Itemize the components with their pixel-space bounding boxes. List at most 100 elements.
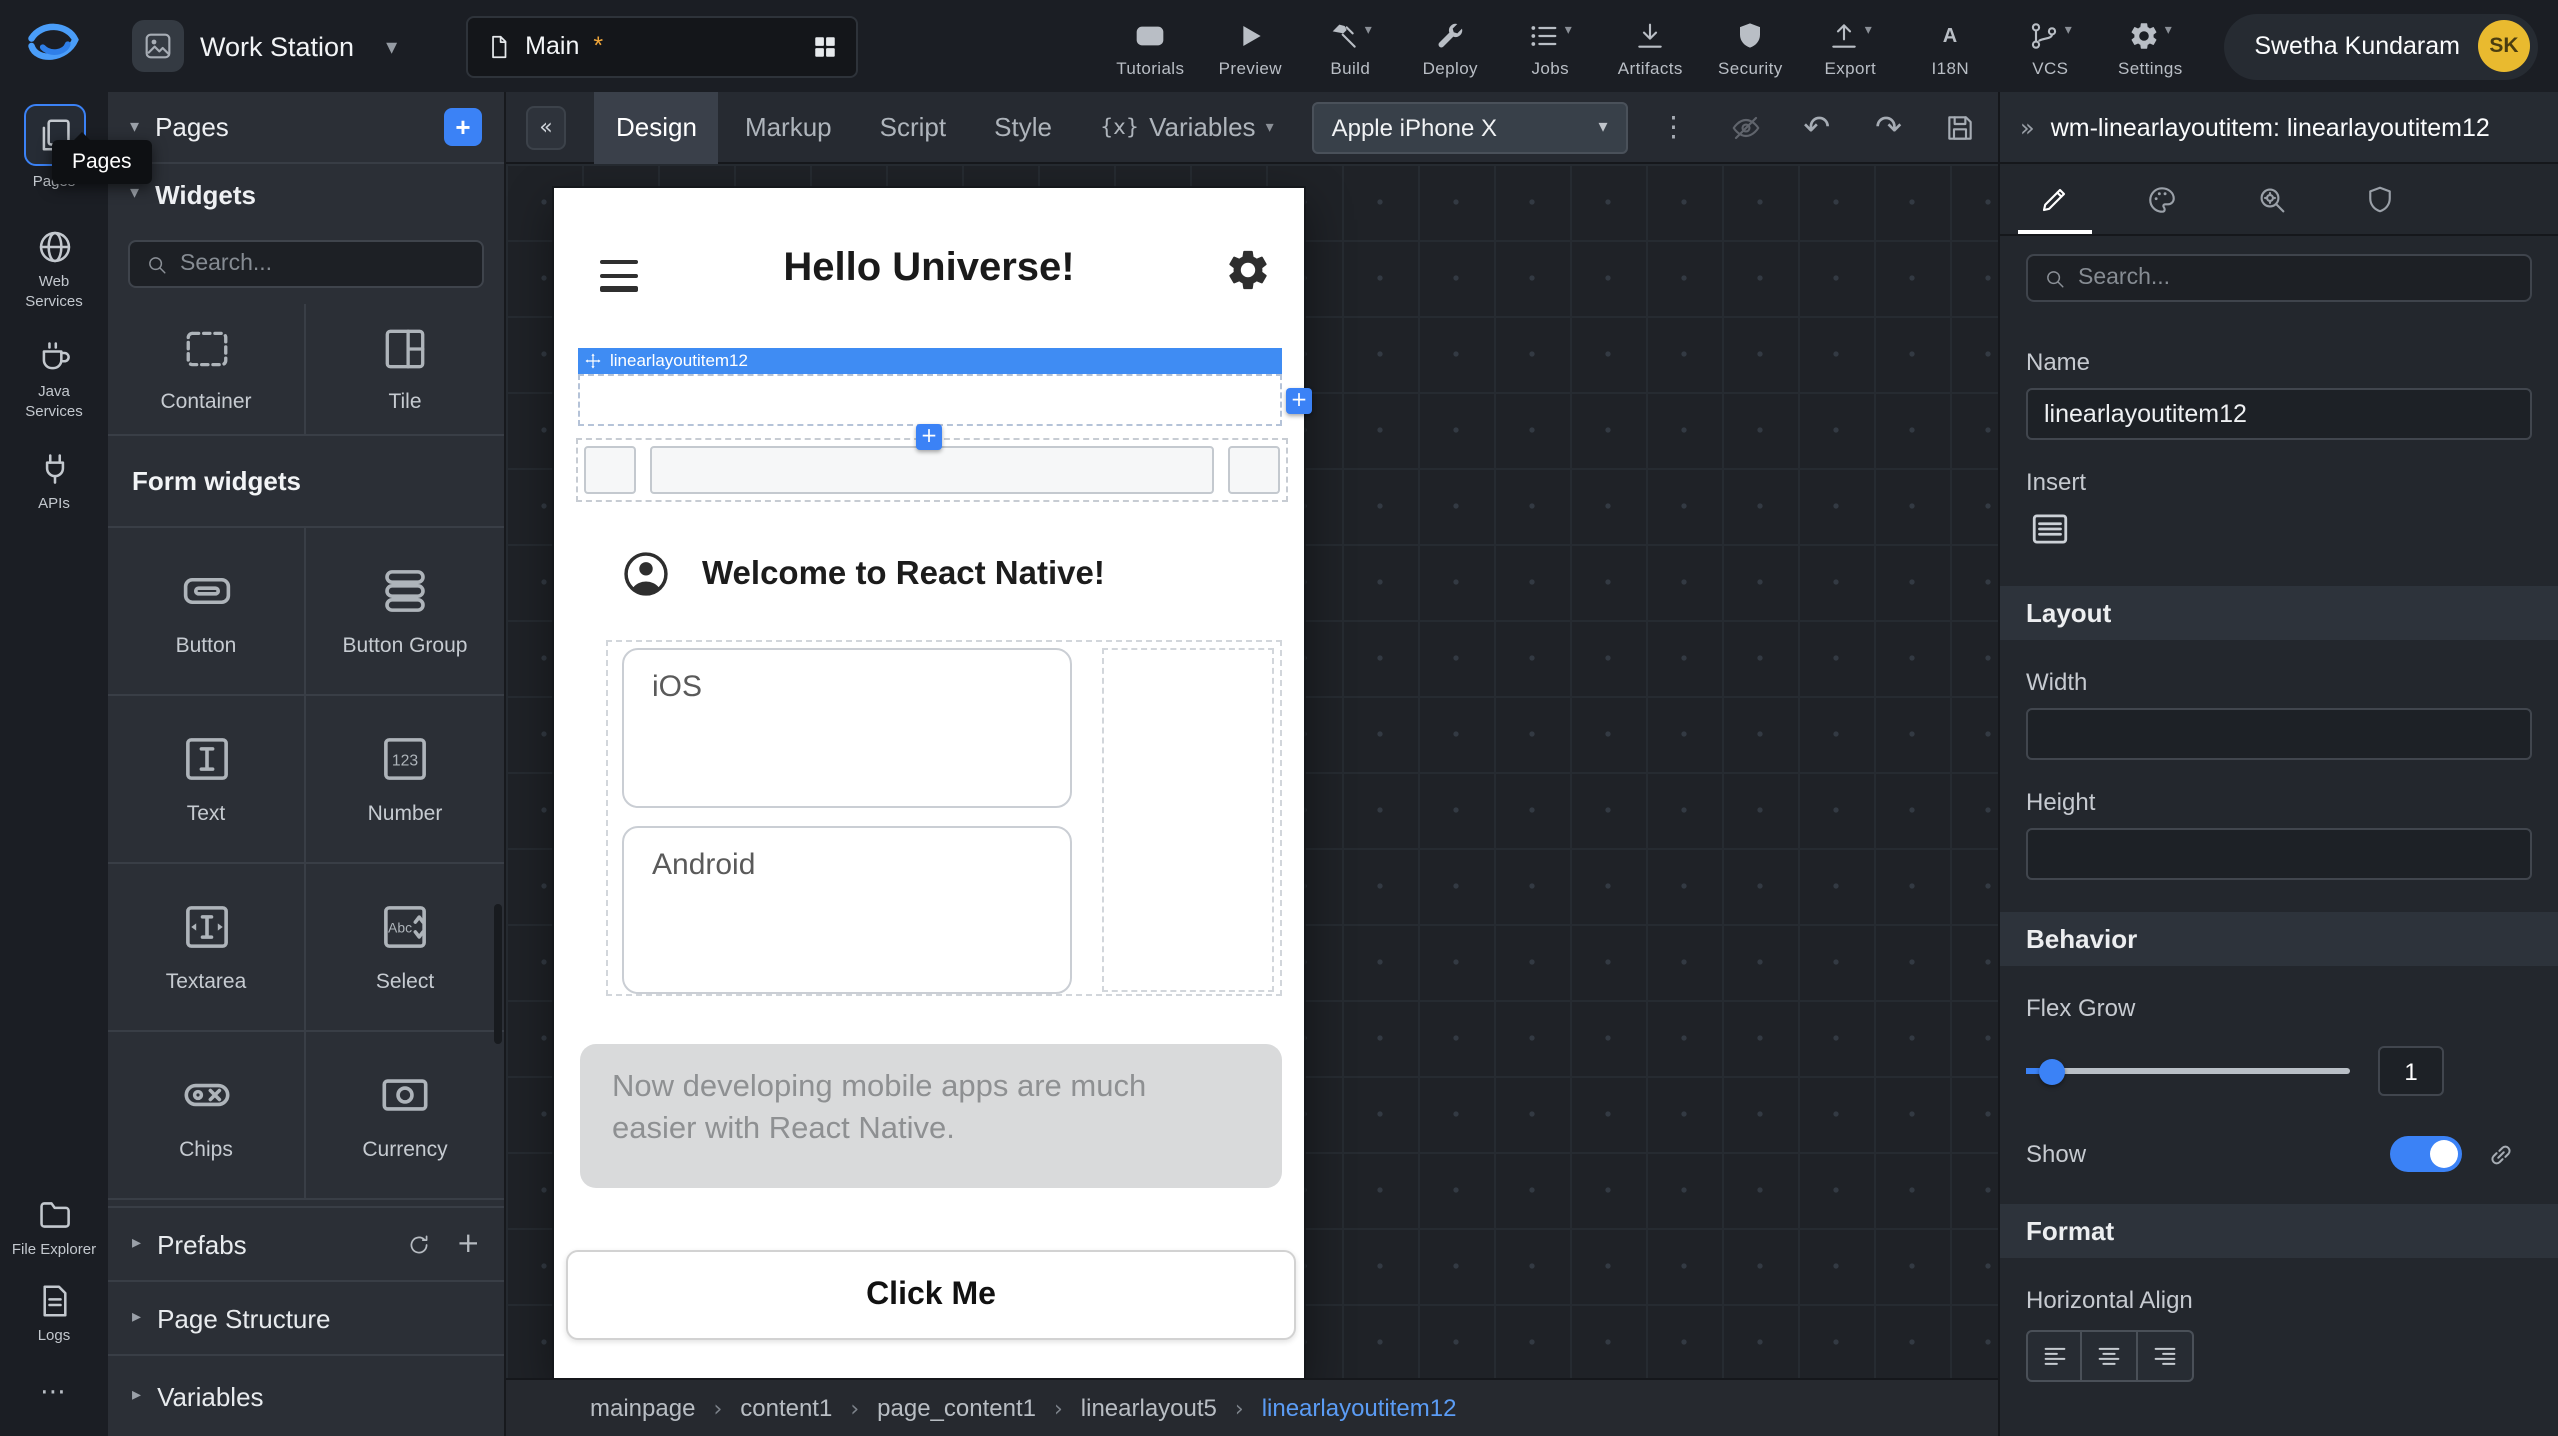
variables-icon: {x} bbox=[1100, 115, 1139, 139]
flex-grow-slider[interactable] bbox=[2026, 1068, 2350, 1074]
widget-textarea[interactable]: Textarea bbox=[108, 864, 306, 1032]
tab-properties[interactable] bbox=[2000, 164, 2109, 234]
vcs-button[interactable]: ▾ VCS bbox=[2000, 15, 2100, 77]
width-field[interactable] bbox=[2026, 708, 2532, 760]
placeholder-cell[interactable] bbox=[1228, 446, 1280, 494]
expand-panel-button[interactable]: » bbox=[2020, 113, 2035, 141]
show-toggle[interactable] bbox=[2390, 1136, 2462, 1172]
property-search-input[interactable] bbox=[2078, 266, 2514, 290]
tab-design[interactable]: Design bbox=[594, 91, 719, 163]
widget-chips[interactable]: Chips bbox=[108, 1032, 306, 1200]
name-field[interactable] bbox=[2026, 388, 2532, 440]
design-canvas[interactable]: Hello Universe! linearlayoutitem12 + + bbox=[506, 164, 1998, 1378]
collapse-panel-button[interactable]: « bbox=[526, 105, 566, 149]
breadcrumb-item-active[interactable]: linearlayoutitem12 bbox=[1262, 1394, 1457, 1422]
redo-button[interactable]: ↷ bbox=[1871, 103, 1907, 151]
slider-thumb[interactable] bbox=[2039, 1058, 2065, 1084]
align-left-button[interactable] bbox=[2026, 1330, 2082, 1382]
placeholder-cell[interactable] bbox=[650, 446, 1214, 494]
align-right-button[interactable] bbox=[2138, 1330, 2194, 1382]
android-card[interactable]: Android bbox=[622, 826, 1072, 994]
user-menu[interactable]: Swetha Kundaram SK bbox=[2224, 13, 2538, 79]
empty-layout-column[interactable] bbox=[1102, 648, 1274, 992]
breadcrumb-item[interactable]: mainpage bbox=[590, 1394, 695, 1422]
more-actions-button[interactable]: ⋮ bbox=[1656, 103, 1692, 151]
undo-button[interactable]: ↶ bbox=[1799, 103, 1835, 151]
align-center-button[interactable] bbox=[2082, 1330, 2138, 1382]
add-widget-button[interactable]: + bbox=[1286, 388, 1312, 414]
widget-number[interactable]: 123 Number bbox=[306, 696, 504, 864]
click-me-button[interactable]: Click Me bbox=[566, 1250, 1296, 1340]
page-structure-section-header[interactable]: ▸ Page Structure bbox=[108, 1280, 504, 1354]
page-icon bbox=[485, 33, 511, 59]
i18n-button[interactable]: A I18N bbox=[1900, 15, 2000, 77]
save-button[interactable] bbox=[1942, 103, 1978, 151]
widget-button[interactable]: Button bbox=[108, 528, 306, 696]
settings-gear-icon[interactable] bbox=[1224, 246, 1272, 294]
variables-section-header[interactable]: ▸ Variables bbox=[108, 1354, 504, 1436]
widget-search-input[interactable] bbox=[180, 252, 466, 276]
tab-advanced[interactable] bbox=[2217, 164, 2326, 234]
tab-style[interactable]: Style bbox=[972, 91, 1074, 163]
tab-variables[interactable]: {x} Variables ▾ bbox=[1078, 91, 1296, 163]
widget-container[interactable]: Container bbox=[108, 304, 306, 436]
ios-card[interactable]: iOS bbox=[622, 648, 1072, 808]
breadcrumb-item[interactable]: page_content1 bbox=[877, 1394, 1036, 1422]
tab-markup[interactable]: Markup bbox=[723, 91, 854, 163]
pages-panel-header[interactable]: ▾ Pages + bbox=[108, 92, 504, 162]
tutorials-button[interactable]: Tutorials bbox=[1100, 15, 1200, 77]
add-prefab-button[interactable]: + bbox=[457, 1228, 480, 1260]
tab-styles[interactable] bbox=[2109, 164, 2218, 234]
breadcrumb-item[interactable]: content1 bbox=[740, 1394, 832, 1422]
artifacts-button[interactable]: Artifacts bbox=[1600, 15, 1700, 77]
app-title[interactable]: Hello Universe! bbox=[554, 246, 1304, 292]
widget-currency[interactable]: Currency bbox=[306, 1032, 504, 1200]
note-card[interactable]: Now developing mobile apps are much easi… bbox=[580, 1044, 1282, 1188]
folder-icon bbox=[35, 1195, 73, 1233]
widget-tile[interactable]: Tile bbox=[306, 304, 504, 436]
bind-property-button[interactable] bbox=[2486, 1139, 2516, 1169]
widgets-section-header[interactable]: ▾ Widgets bbox=[108, 162, 504, 224]
settings-button[interactable]: ▾ Settings bbox=[2100, 15, 2200, 77]
sidebar-item-java-services[interactable]: Java Services bbox=[0, 339, 108, 422]
preview-button[interactable]: Preview bbox=[1200, 15, 1300, 77]
insert-widget-button[interactable] bbox=[2026, 508, 2532, 550]
jobs-button[interactable]: ▾ Jobs bbox=[1500, 15, 1600, 77]
prefabs-section-header[interactable]: ▸ Prefabs + bbox=[108, 1206, 504, 1280]
sidebar-item-file-explorer[interactable]: File Explorer bbox=[0, 1195, 108, 1259]
sidebar-item-apis[interactable]: APIs bbox=[0, 450, 108, 514]
breadcrumb-separator-icon: › bbox=[1235, 1395, 1244, 1421]
height-field[interactable] bbox=[2026, 828, 2532, 880]
dashboard-grid-icon[interactable] bbox=[811, 33, 837, 59]
add-page-button[interactable]: + bbox=[444, 108, 482, 146]
refresh-icon[interactable] bbox=[407, 1231, 433, 1257]
export-button[interactable]: ▾ Export bbox=[1800, 15, 1900, 77]
download-icon bbox=[1634, 19, 1666, 51]
add-widget-button[interactable]: + bbox=[916, 424, 942, 450]
project-tab-main[interactable]: Main * bbox=[465, 15, 857, 77]
selected-widget-bar[interactable]: linearlayoutitem12 bbox=[578, 348, 1282, 374]
widget-text[interactable]: Text bbox=[108, 696, 306, 864]
tab-security[interactable] bbox=[2326, 164, 2435, 234]
selected-layout-item[interactable] bbox=[578, 374, 1282, 426]
widget-button-group[interactable]: Button Group bbox=[306, 528, 504, 696]
sidebar-item-web-services[interactable]: Web Services bbox=[0, 228, 108, 311]
more-options-icon[interactable]: ⋯ bbox=[40, 1378, 68, 1408]
security-button[interactable]: Security bbox=[1700, 15, 1800, 77]
app-logo[interactable] bbox=[0, 0, 108, 92]
sidebar-item-logs[interactable]: Logs bbox=[0, 1283, 108, 1347]
chevron-down-icon[interactable]: ▾ bbox=[386, 33, 397, 59]
build-button[interactable]: ▾ Build bbox=[1300, 15, 1400, 77]
welcome-row[interactable]: Welcome to React Native! bbox=[620, 544, 1105, 604]
hide-preview-button[interactable] bbox=[1727, 103, 1763, 151]
placeholder-cell[interactable] bbox=[584, 446, 636, 494]
widget-select[interactable]: Abc Select bbox=[306, 864, 504, 1032]
content-layout-region[interactable]: iOS Android bbox=[606, 640, 1282, 996]
breadcrumb-item[interactable]: linearlayout5 bbox=[1081, 1394, 1217, 1422]
deploy-button[interactable]: Deploy bbox=[1400, 15, 1500, 77]
tab-script[interactable]: Script bbox=[858, 91, 968, 163]
device-selector[interactable]: Apple iPhone X ▾ bbox=[1312, 101, 1628, 153]
flex-grow-value-field[interactable] bbox=[2378, 1046, 2444, 1096]
workspace-switcher[interactable]: Work Station ▾ bbox=[132, 20, 397, 72]
panel-scrollbar[interactable] bbox=[494, 904, 502, 1044]
